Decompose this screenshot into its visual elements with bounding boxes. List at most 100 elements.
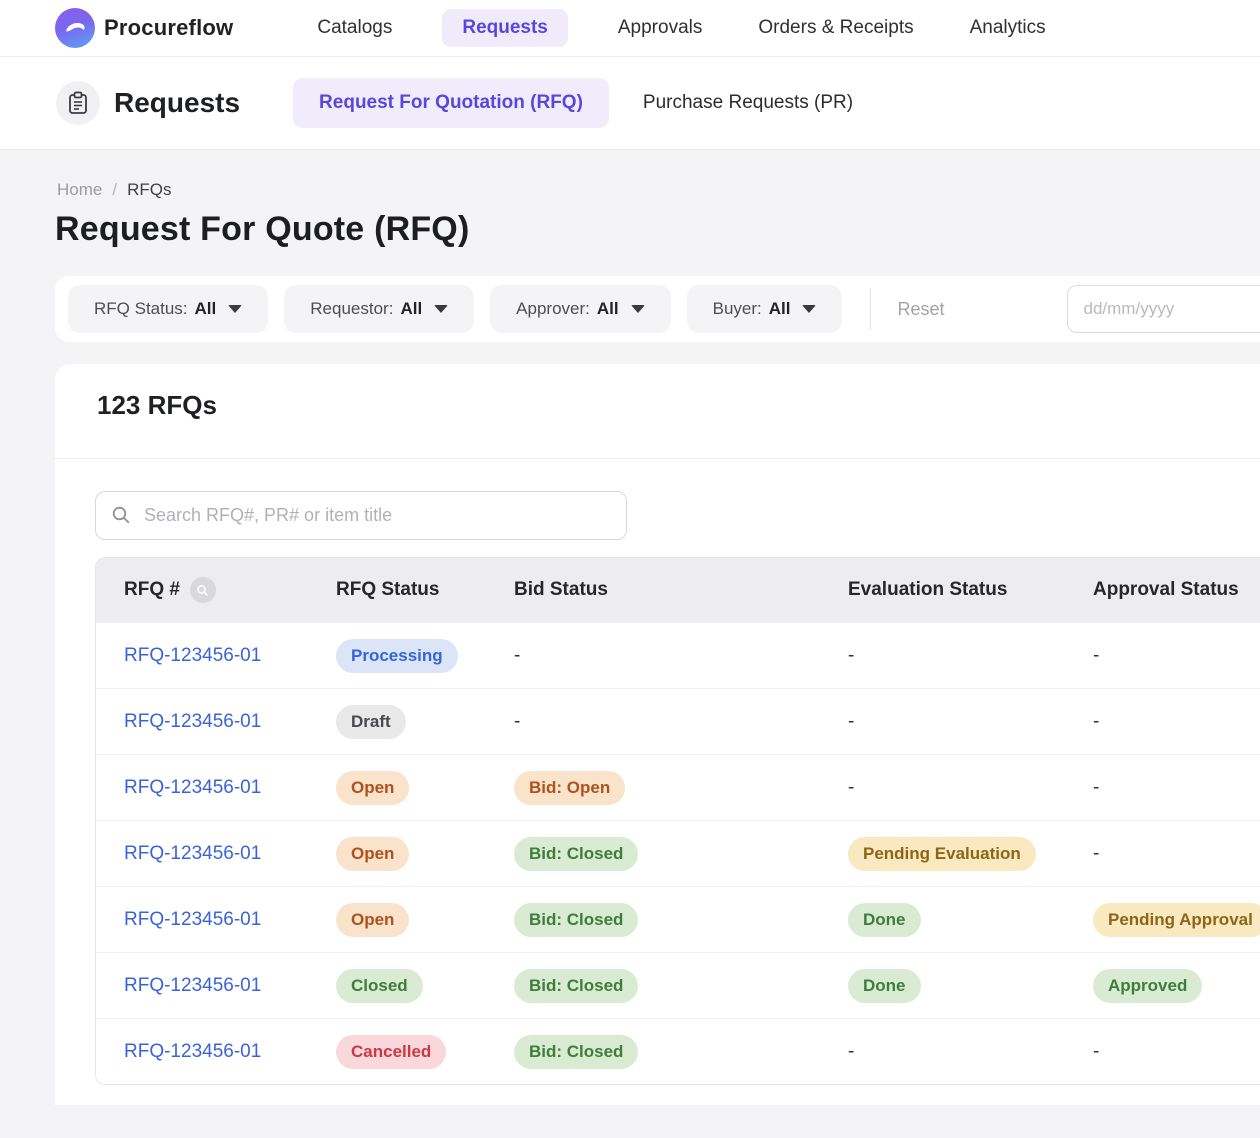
column-header-bid-status: Bid Status: [514, 579, 848, 601]
chevron-down-icon: [228, 305, 242, 313]
filter-value: All: [195, 299, 217, 319]
cell-approval-status: Pending Approval: [1093, 903, 1260, 937]
status-badge: Bid: Closed: [514, 969, 638, 1003]
nav-item-approvals[interactable]: Approvals: [612, 9, 709, 47]
cell-rfq-number: RFQ-123456-01: [124, 843, 336, 865]
cell-rfq-status: Open: [336, 771, 514, 805]
tab-rfq[interactable]: Request For Quotation (RFQ): [293, 78, 609, 128]
filter-divider: [870, 288, 871, 330]
nav-item-requests[interactable]: Requests: [442, 9, 568, 47]
column-label: RFQ #: [124, 579, 180, 601]
status-badge: Closed: [336, 969, 423, 1003]
date-filter-input[interactable]: [1067, 285, 1260, 333]
table-row: RFQ-123456-01 Closed Bid: Closed Done Ap…: [96, 952, 1260, 1018]
filter-value: All: [597, 299, 619, 319]
rfq-link[interactable]: RFQ-123456-01: [124, 645, 261, 666]
status-badge: Draft: [336, 705, 406, 739]
cell-rfq-number: RFQ-123456-01: [124, 1041, 336, 1063]
breadcrumb-home-link[interactable]: Home: [57, 180, 102, 200]
nav-item-catalogs[interactable]: Catalogs: [311, 9, 398, 47]
rfq-link[interactable]: RFQ-123456-01: [124, 777, 261, 798]
rfq-link[interactable]: RFQ-123456-01: [124, 843, 261, 864]
search-input[interactable]: [95, 491, 627, 540]
subheader-title: Requests: [114, 87, 240, 119]
filter-approver[interactable]: Approver: All: [490, 285, 670, 333]
rfq-link[interactable]: RFQ-123456-01: [124, 975, 261, 996]
main-nav: Catalogs Requests Approvals Orders & Rec…: [311, 9, 1051, 47]
reset-filters-button[interactable]: Reset: [897, 299, 944, 320]
status-badge: Pending Approval: [1093, 903, 1260, 937]
chevron-down-icon: [802, 305, 816, 313]
rfq-link[interactable]: RFQ-123456-01: [124, 711, 261, 732]
cell-rfq-number: RFQ-123456-01: [124, 645, 336, 667]
breadcrumb-separator: /: [112, 180, 117, 200]
requests-icon-circle: [56, 81, 100, 125]
cell-evaluation-status: -: [848, 1041, 1093, 1063]
card-header: 123 RFQs: [55, 364, 1260, 421]
status-badge: Bid: Closed: [514, 903, 638, 937]
cell-rfq-status: Draft: [336, 705, 514, 739]
cell-rfq-status: Cancelled: [336, 1035, 514, 1069]
column-header-rfq-status: RFQ Status: [336, 579, 514, 601]
table-row: RFQ-123456-01 Open Bid: Open - -: [96, 754, 1260, 820]
nav-item-orders-receipts[interactable]: Orders & Receipts: [752, 9, 919, 47]
column-search-icon[interactable]: [190, 577, 216, 603]
content-area: Home / RFQs Request For Quote (RFQ) RFQ …: [0, 150, 1260, 1138]
empty-value: -: [1093, 711, 1099, 732]
cell-bid-status: -: [514, 645, 848, 667]
cell-bid-status: -: [514, 711, 848, 733]
status-badge: Cancelled: [336, 1035, 446, 1069]
status-badge: Bid: Open: [514, 771, 625, 805]
cell-bid-status: Bid: Closed: [514, 969, 848, 1003]
cell-evaluation-status: -: [848, 777, 1093, 799]
filter-bar: RFQ Status: All Requestor: All Approver:…: [55, 276, 1260, 342]
cell-approval-status: -: [1093, 1041, 1260, 1063]
chevron-down-icon: [631, 305, 645, 313]
empty-value: -: [514, 645, 520, 666]
cell-approval-status: -: [1093, 843, 1260, 865]
cell-approval-status: -: [1093, 777, 1260, 799]
status-badge: Done: [848, 903, 921, 937]
filter-value: All: [400, 299, 422, 319]
status-badge: Open: [336, 903, 409, 937]
top-nav: Procureflow Catalogs Requests Approvals …: [0, 0, 1260, 57]
rfq-link[interactable]: RFQ-123456-01: [124, 909, 261, 930]
clipboard-icon: [67, 91, 89, 115]
status-badge: Open: [336, 771, 409, 805]
empty-value: -: [848, 777, 854, 798]
page-title: Request For Quote (RFQ): [55, 210, 1260, 249]
table-header-row: RFQ # RFQ Status Bid Status Evaluation S…: [96, 558, 1260, 622]
nav-item-analytics[interactable]: Analytics: [964, 9, 1052, 47]
rfq-table: RFQ # RFQ Status Bid Status Evaluation S…: [95, 557, 1260, 1085]
table-row: RFQ-123456-01 Open Bid: Closed Done Pend…: [96, 886, 1260, 952]
cell-rfq-status: Processing: [336, 639, 514, 673]
search-box: [95, 491, 627, 540]
status-badge: Processing: [336, 639, 458, 673]
chevron-down-icon: [434, 305, 448, 313]
empty-value: -: [1093, 645, 1099, 666]
filter-rfq-status[interactable]: RFQ Status: All: [68, 285, 268, 333]
filter-buyer[interactable]: Buyer: All: [687, 285, 843, 333]
filter-label: Requestor:: [310, 299, 393, 319]
empty-value: -: [848, 711, 854, 732]
cell-evaluation-status: Pending Evaluation: [848, 837, 1093, 871]
status-badge: Open: [336, 837, 409, 871]
page-subheader: Requests Request For Quotation (RFQ) Pur…: [0, 57, 1260, 150]
cell-bid-status: Bid: Closed: [514, 903, 848, 937]
table-row: RFQ-123456-01 Processing - - -: [96, 622, 1260, 688]
filter-requestor[interactable]: Requestor: All: [284, 285, 474, 333]
cell-approval-status: -: [1093, 645, 1260, 667]
empty-value: -: [848, 1041, 854, 1062]
empty-value: -: [514, 711, 520, 732]
cell-evaluation-status: -: [848, 711, 1093, 733]
cell-evaluation-status: Done: [848, 969, 1093, 1003]
tab-pr[interactable]: Purchase Requests (PR): [643, 92, 853, 114]
filter-label: RFQ Status:: [94, 299, 188, 319]
table-body: RFQ-123456-01 Processing - - - RFQ-12345…: [96, 622, 1260, 1084]
search-icon: [111, 505, 131, 530]
column-header-evaluation-status: Evaluation Status: [848, 579, 1093, 601]
cell-rfq-status: Open: [336, 837, 514, 871]
cell-rfq-number: RFQ-123456-01: [124, 711, 336, 733]
rfq-link[interactable]: RFQ-123456-01: [124, 1041, 261, 1062]
request-type-tabs: Request For Quotation (RFQ) Purchase Req…: [293, 78, 853, 128]
